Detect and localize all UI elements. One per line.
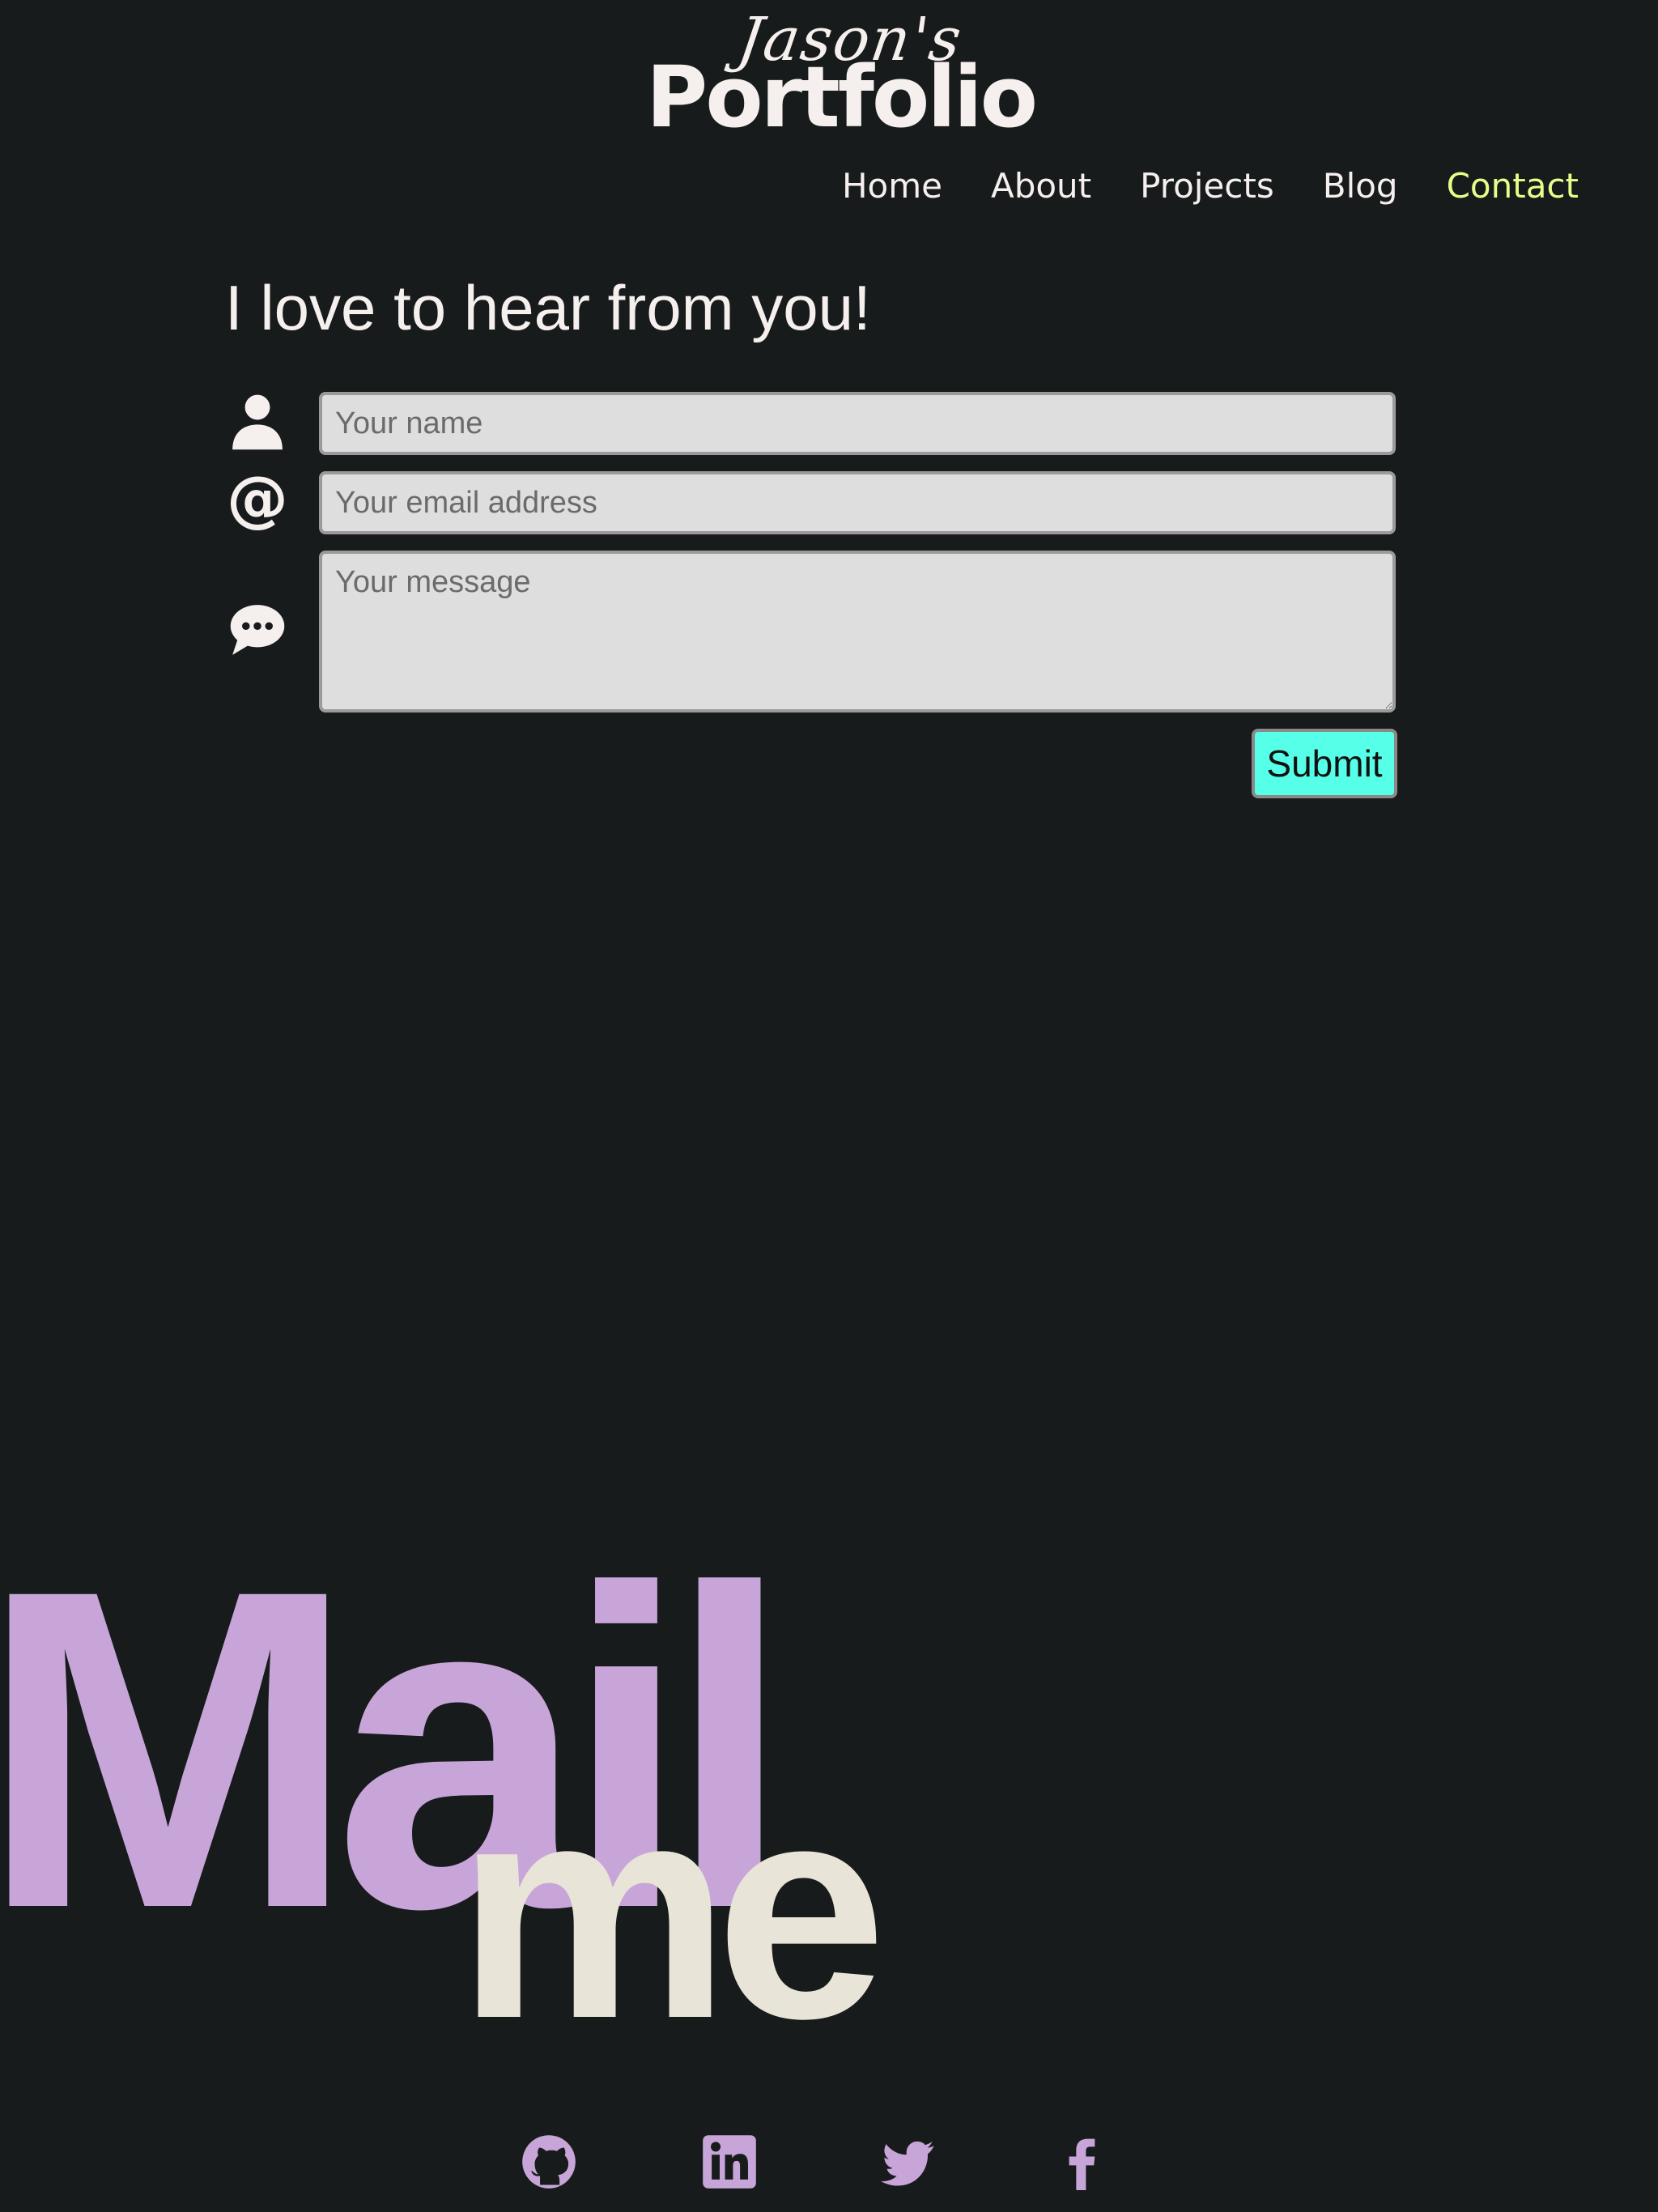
- page: Jason's Portfolio Home About Projects Bl…: [0, 0, 1658, 2212]
- nav-projects[interactable]: Projects: [1140, 162, 1274, 211]
- nav-blog[interactable]: Blog: [1323, 162, 1398, 211]
- nav-home[interactable]: Home: [842, 162, 942, 211]
- name-input[interactable]: [319, 392, 1396, 455]
- user-icon: [227, 392, 288, 453]
- nav-contact[interactable]: Contact: [1447, 162, 1579, 211]
- facebook-icon[interactable]: [1054, 2133, 1111, 2190]
- email-input[interactable]: [319, 471, 1396, 534]
- svg-text:@: @: [227, 470, 288, 531]
- twitter-icon[interactable]: [881, 2133, 937, 2190]
- page-heading: I love to hear from you!: [225, 272, 871, 343]
- submit-button[interactable]: Submit: [1252, 729, 1397, 798]
- logo-main-text: Portfolio: [646, 48, 1038, 147]
- social-links: [0, 2133, 1658, 2198]
- chat-bubble-icon: [227, 599, 288, 661]
- linkedin-icon[interactable]: [701, 2133, 758, 2190]
- github-icon[interactable]: [521, 2133, 577, 2190]
- nav-about[interactable]: About: [991, 162, 1091, 211]
- main-nav: Home About Projects Blog Contact: [793, 162, 1579, 211]
- at-sign-icon: @: [227, 470, 288, 531]
- message-textarea[interactable]: [319, 551, 1396, 713]
- decor-me-text: me: [457, 1738, 886, 2082]
